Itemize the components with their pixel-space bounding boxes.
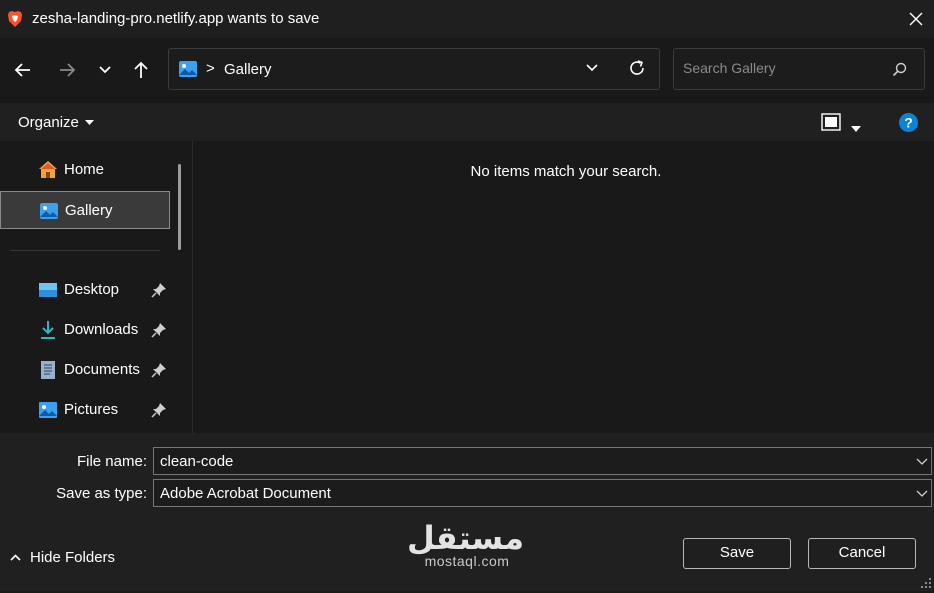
gallery-icon <box>179 61 197 77</box>
pin-icon <box>151 403 166 418</box>
watermark-url: mostaql.com <box>424 553 510 569</box>
breadcrumb-location[interactable]: Gallery <box>224 61 272 78</box>
forward-button[interactable] <box>53 56 81 84</box>
gallery-icon <box>40 203 58 219</box>
help-icon: ? <box>899 113 918 132</box>
file-name-value: clean-code <box>160 453 234 470</box>
sidebar-item-gallery[interactable]: Gallery <box>0 191 170 229</box>
arrow-up-icon <box>134 61 148 78</box>
preview-pane-icon <box>821 113 841 131</box>
sidebar-item-label: Pictures <box>64 401 119 418</box>
organize-label: Organize <box>18 114 79 131</box>
pane-divider[interactable] <box>192 141 193 433</box>
download-icon <box>41 321 55 339</box>
chevron-down-icon <box>586 64 598 72</box>
recent-locations-button[interactable] <box>91 56 119 84</box>
caret-down-icon <box>851 126 861 132</box>
up-button[interactable] <box>127 56 155 84</box>
arrow-right-icon <box>60 63 76 77</box>
file-name-field[interactable]: clean-code <box>153 447 932 475</box>
chevron-down-icon <box>99 66 111 74</box>
address-bar[interactable]: > Gallery <box>168 48 660 90</box>
sidebar-item-desktop[interactable]: Desktop <box>0 271 170 309</box>
empty-message: No items match your search. <box>470 163 662 180</box>
sidebar-scrollbar[interactable] <box>178 164 181 250</box>
command-bar <box>0 103 934 141</box>
sidebar-item-label: Downloads <box>64 321 139 338</box>
save-type-label: Save as type: <box>56 485 147 502</box>
close-icon <box>909 12 923 26</box>
sidebar-item-label: Desktop <box>64 281 120 298</box>
resize-grip-icon <box>921 578 931 588</box>
chevron-up-icon <box>10 554 21 561</box>
refresh-icon <box>630 60 644 75</box>
sidebar-item-label: Home <box>64 161 105 178</box>
save-type-select[interactable]: Adobe Acrobat Document <box>153 479 932 507</box>
watermark: مستقل mostaql.com <box>406 519 524 569</box>
search-icon <box>892 62 907 77</box>
save-type-value: Adobe Acrobat Document <box>160 485 331 502</box>
breadcrumb-separator: > <box>206 60 215 77</box>
close-button[interactable] <box>898 0 934 38</box>
organize-button[interactable]: Organize <box>18 114 94 131</box>
chevron-down-icon[interactable] <box>915 454 929 468</box>
sidebar-item-home[interactable]: Home <box>0 151 170 189</box>
brave-browser-icon <box>6 10 24 28</box>
refresh-button[interactable] <box>628 59 646 81</box>
pin-icon <box>151 323 166 338</box>
search-box[interactable] <box>673 48 925 90</box>
arrow-left-icon <box>14 63 30 77</box>
cancel-button[interactable]: Cancel <box>808 538 916 569</box>
home-icon <box>39 161 57 178</box>
file-name-label: File name: <box>76 453 147 470</box>
navigation-pane: Home Gallery Desktop Downloads Documents… <box>0 141 192 433</box>
help-button[interactable]: ? <box>899 113 918 136</box>
sidebar-item-pictures[interactable]: Pictures <box>0 391 170 429</box>
sidebar-item-label: Documents <box>64 361 140 378</box>
sidebar-item-downloads[interactable]: Downloads <box>0 311 170 349</box>
pin-icon <box>151 363 166 378</box>
sidebar-item-label: Gallery <box>65 202 113 219</box>
change-view-button[interactable] <box>821 113 841 135</box>
pictures-icon <box>39 402 57 418</box>
chevron-down-icon <box>916 490 928 497</box>
search-input[interactable] <box>683 60 883 76</box>
sidebar-item-documents[interactable]: Documents <box>0 351 170 389</box>
hide-folders-button[interactable]: Hide Folders <box>9 549 115 566</box>
resize-grip[interactable] <box>918 575 932 589</box>
watermark-logo: مستقل <box>406 519 524 557</box>
desktop-icon <box>39 283 57 297</box>
document-icon <box>41 361 55 379</box>
hide-folders-label: Hide Folders <box>30 549 116 566</box>
sidebar-divider <box>10 250 160 251</box>
svg-text:?: ? <box>904 115 913 131</box>
caret-down-icon <box>84 119 94 125</box>
back-button[interactable] <box>9 56 37 84</box>
window-title: zesha-landing-pro.netlify.app wants to s… <box>32 10 320 27</box>
pin-icon <box>151 283 166 298</box>
view-options-button[interactable] <box>851 119 861 136</box>
address-history-button[interactable] <box>585 61 599 79</box>
save-button[interactable]: Save <box>683 538 791 569</box>
